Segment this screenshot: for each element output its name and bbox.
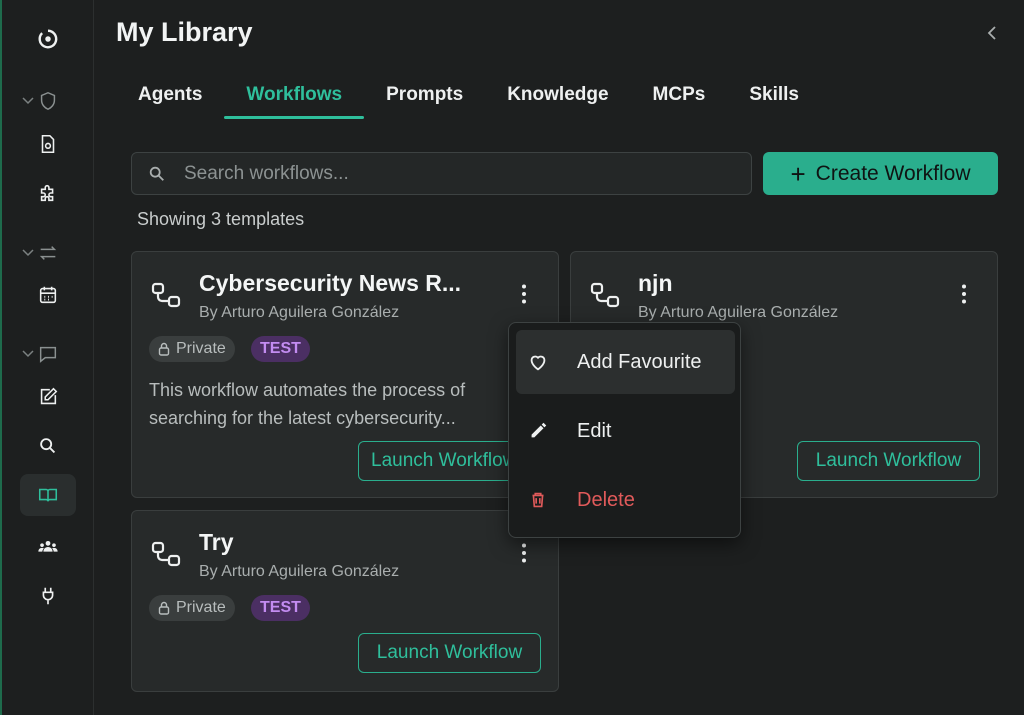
sidebar (0, 0, 94, 715)
visibility-label: Private (176, 599, 226, 616)
menu-item-label: Add Favourite (577, 350, 702, 373)
workflow-icon (151, 282, 181, 308)
search-input[interactable] (184, 162, 704, 185)
plug-icon[interactable] (28, 576, 68, 616)
logo-icon[interactable] (28, 19, 68, 59)
puzzle-icon[interactable] (28, 173, 68, 213)
team-icon[interactable] (28, 527, 68, 567)
tab-agents[interactable]: Agents (116, 72, 224, 118)
tab-skills[interactable]: Skills (727, 72, 821, 118)
kebab-icon (522, 543, 526, 563)
tab-prompts[interactable]: Prompts (364, 72, 485, 118)
delete-menu-item[interactable]: Delete (516, 468, 735, 532)
transfer-icon[interactable] (28, 233, 68, 273)
visibility-badge: Private (149, 336, 235, 362)
search-bar (131, 152, 752, 195)
more-options-button[interactable] (514, 538, 534, 568)
card-title: njn (638, 270, 673, 296)
tab-mcps[interactable]: MCPs (631, 72, 728, 118)
tab-bar: Agents Workflows Prompts Knowledge MCPs … (116, 72, 821, 120)
workflow-card[interactable]: Cybersecurity News R... By Arturo Aguile… (131, 251, 559, 498)
template-count: Showing 3 templates (137, 209, 305, 229)
description-line: searching for the latest cybersecurity..… (149, 408, 456, 428)
more-options-button[interactable] (954, 279, 974, 309)
more-options-button[interactable] (514, 279, 534, 309)
calendar-icon[interactable] (28, 275, 68, 315)
heart-icon (530, 355, 546, 371)
card-title: Cybersecurity News R... (199, 270, 462, 296)
edit-menu-item[interactable]: Edit (516, 399, 735, 463)
page-title: My Library (116, 17, 253, 47)
tab-knowledge[interactable]: Knowledge (485, 72, 630, 118)
card-author: By Arturo Aguilera González (199, 304, 400, 321)
search-icon (149, 166, 164, 181)
lock-icon (158, 342, 170, 356)
launch-workflow-button[interactable]: Launch Workflow (797, 441, 980, 481)
chat-icon[interactable] (28, 334, 68, 374)
card-author: By Arturo Aguilera González (638, 304, 839, 321)
create-workflow-button[interactable]: + Create Workflow (763, 152, 998, 195)
tab-workflows[interactable]: Workflows (224, 72, 364, 119)
library-icon[interactable] (20, 474, 76, 516)
add-favourite-menu-item[interactable]: Add Favourite (516, 330, 735, 394)
visibility-label: Private (176, 340, 226, 357)
launch-workflow-button[interactable]: Launch Workflow (358, 633, 541, 673)
card-description: This workflow automates the process of s… (149, 376, 519, 432)
search-icon[interactable] (28, 426, 68, 466)
menu-item-label: Delete (577, 488, 635, 511)
edit-icon[interactable] (28, 377, 68, 417)
workflow-icon (590, 282, 620, 308)
tag-badge: TEST (251, 336, 310, 362)
collapse-panel-button[interactable] (982, 22, 1002, 44)
shield-icon[interactable] (28, 81, 68, 121)
document-icon[interactable] (28, 124, 68, 164)
menu-item-label: Edit (577, 419, 612, 442)
visibility-badge: Private (149, 595, 235, 621)
context-menu: Add Favourite Edit Delete (508, 322, 741, 538)
trash-icon (532, 492, 544, 508)
workflow-card[interactable]: Try By Arturo Aguilera González Private … (131, 510, 559, 692)
tag-badge: TEST (251, 595, 310, 621)
kebab-icon (962, 284, 966, 304)
card-title: Try (199, 529, 234, 555)
workflow-icon (151, 541, 181, 567)
card-author: By Arturo Aguilera González (199, 563, 400, 580)
chevron-left-icon (987, 26, 996, 40)
plus-icon: + (790, 158, 806, 189)
pencil-icon (531, 422, 547, 438)
kebab-icon (522, 284, 526, 304)
description-line: This workflow automates the process of (149, 380, 466, 400)
lock-icon (158, 601, 170, 615)
create-workflow-label: Create Workflow (815, 161, 971, 185)
